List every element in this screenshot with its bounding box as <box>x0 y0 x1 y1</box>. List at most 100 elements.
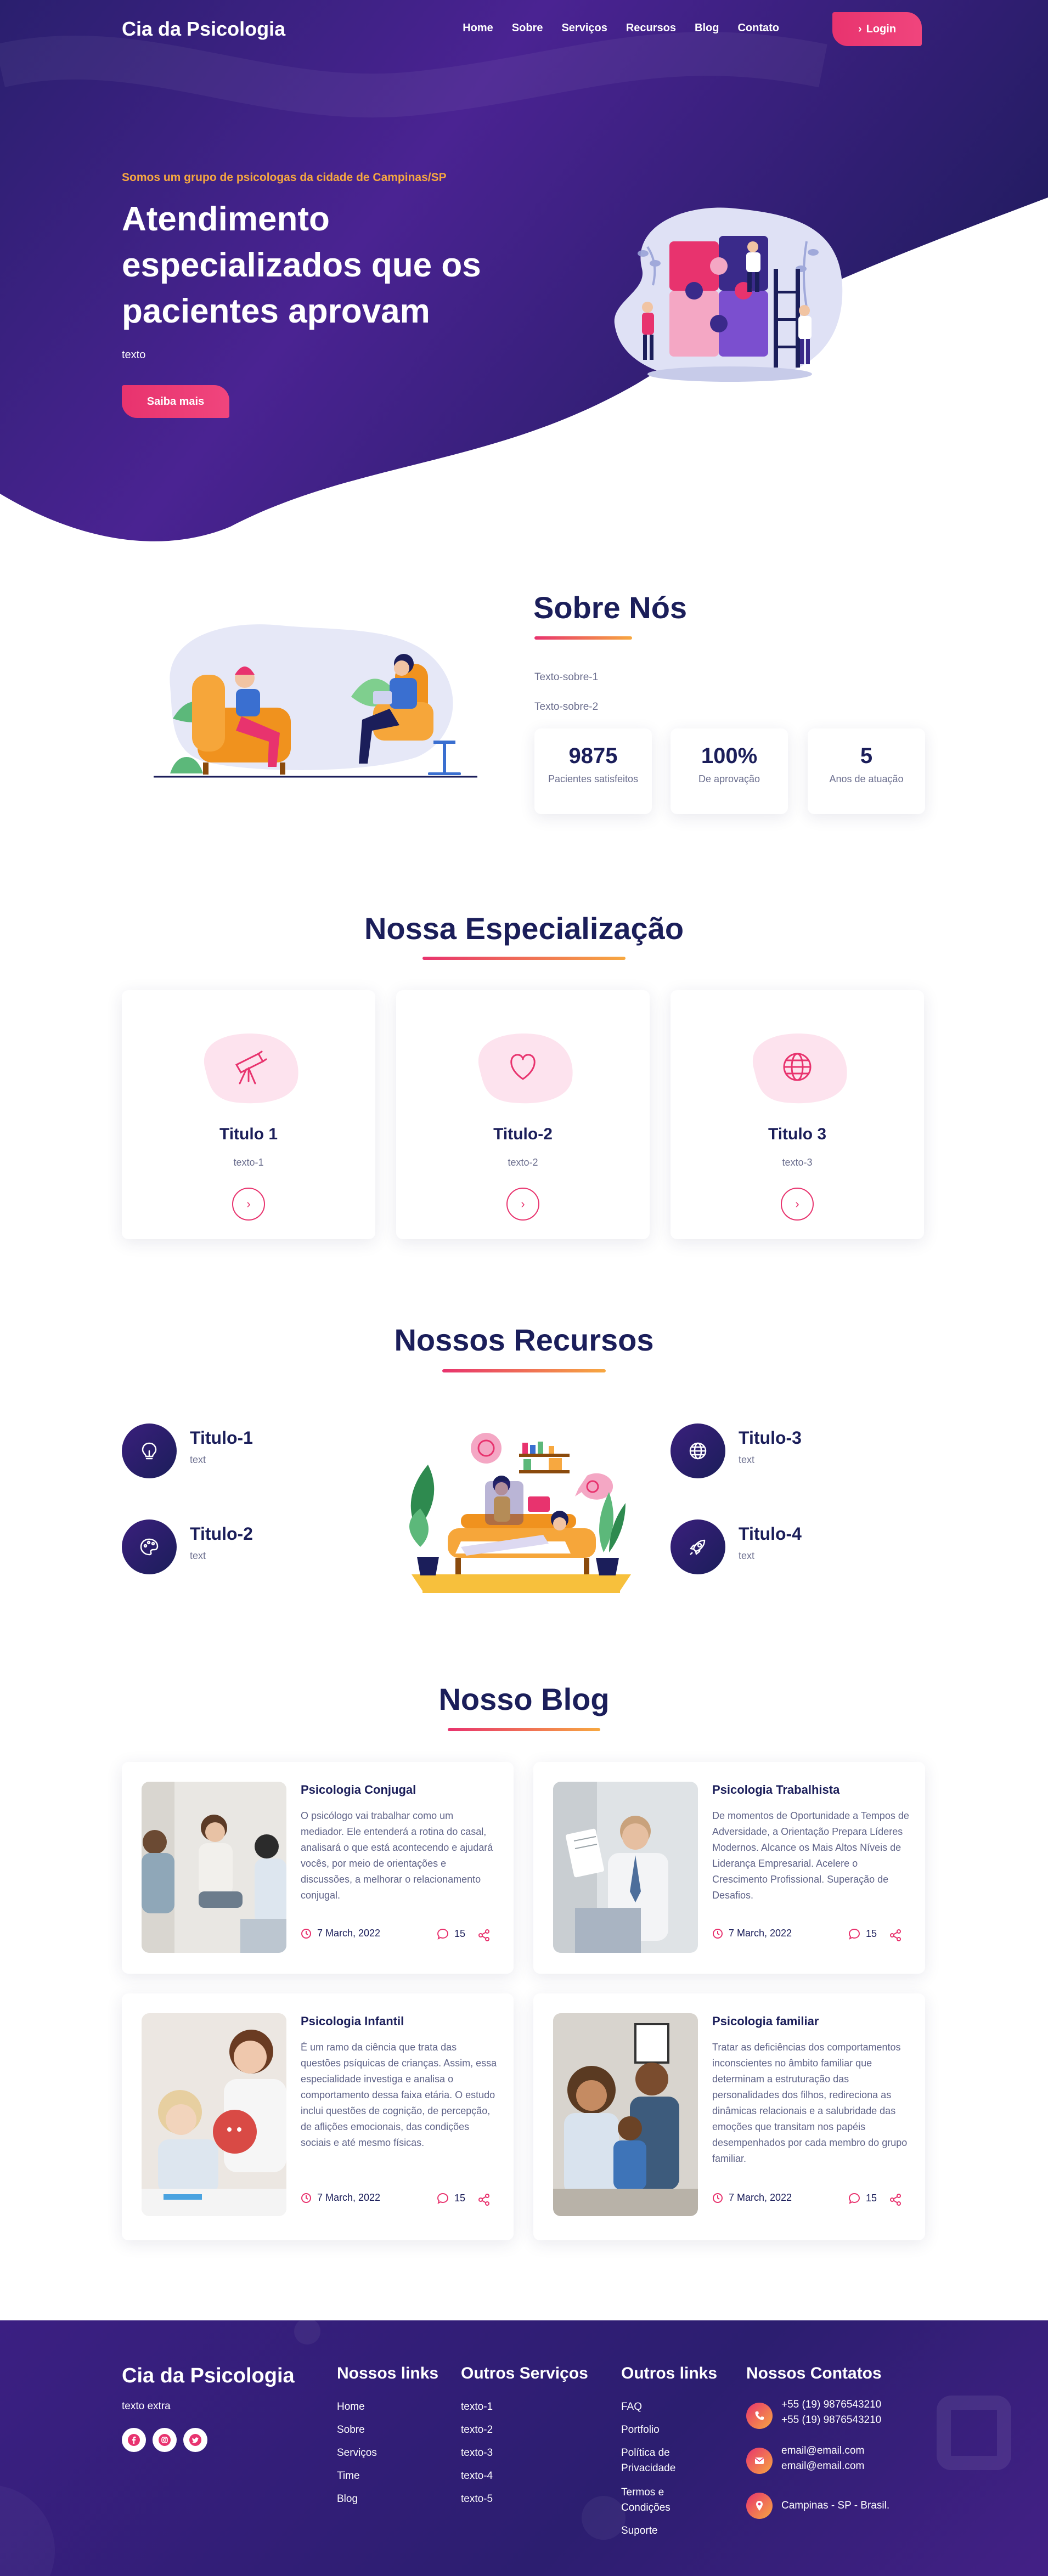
heart-icon <box>478 1033 573 1104</box>
specialization-title-underline <box>422 957 626 960</box>
blog-post-excerpt: O psicólogo vai trabalhar como um mediad… <box>301 1810 493 1901</box>
clock-icon <box>713 1928 723 1939</box>
nav-blog[interactable]: Blog <box>695 22 719 35</box>
share-icon[interactable] <box>477 1929 491 1942</box>
blog-post-meta: 7 March, 2022 15 <box>712 2192 910 2208</box>
blog-post-card[interactable]: Psicologia familiar Tratar as deficiênci… <box>533 1993 925 2240</box>
specialization-card-arrow-button[interactable]: › <box>781 1188 814 1221</box>
login-label: Login <box>866 22 897 35</box>
blog-post-comments[interactable]: 15 <box>437 2192 465 2204</box>
comment-count: 15 <box>866 2192 877 2204</box>
stat-label: De aprovação <box>698 773 760 784</box>
stat-label: Pacientes satisfeitos <box>548 773 639 784</box>
share-icon[interactable] <box>889 2193 902 2206</box>
blog-post-comments[interactable]: 15 <box>848 2192 877 2204</box>
nav-contato[interactable]: Contato <box>737 22 779 35</box>
facebook-icon[interactable] <box>122 2428 146 2452</box>
footer-service-link[interactable]: texto-4 <box>461 2468 493 2484</box>
resources-title-underline <box>442 1369 606 1372</box>
footer-link-servicos[interactable]: Serviços <box>337 2445 377 2461</box>
saiba-mais-button[interactable]: Saiba mais <box>122 385 229 418</box>
specialization-card-1: Titulo 1 texto-1 › <box>122 990 375 1239</box>
chevron-right-icon: › <box>521 1197 525 1211</box>
footer-link-portfolio[interactable]: Portfolio <box>621 2422 660 2438</box>
footer-logo[interactable]: Cia da Psicologia <box>122 2364 295 2388</box>
email-icon <box>746 2448 773 2474</box>
globe-icon <box>752 1033 847 1104</box>
blog-post-title[interactable]: Psicologia familiar <box>712 2014 819 2029</box>
date-label: 7 March, 2022 <box>317 1928 381 1939</box>
comment-icon <box>848 1928 860 1940</box>
comment-icon <box>437 2193 449 2204</box>
specialization-card-arrow-button[interactable]: › <box>232 1188 265 1221</box>
footer-phone-1[interactable]: +55 (19) 9876543210 <box>781 2397 881 2413</box>
nav-home[interactable]: Home <box>463 22 493 35</box>
comment-count: 15 <box>454 2192 466 2204</box>
footer-email-1[interactable]: email@email.com <box>781 2443 864 2459</box>
hero-title: Atendimento especializados que os pacien… <box>122 200 481 330</box>
specialization-card-title: Titulo 1 <box>219 1125 278 1143</box>
footer-link-time[interactable]: Time <box>337 2468 360 2484</box>
share-icon[interactable] <box>889 1929 902 1942</box>
blog-post-card[interactable]: Psicologia Infantil É um ramo da ciência… <box>122 1993 514 2240</box>
instagram-icon[interactable] <box>153 2428 177 2452</box>
footer-phone-2[interactable]: +55 (19) 9876543210 <box>781 2413 881 2428</box>
blog-post-card[interactable]: Psicologia Trabalhista De momentos de Op… <box>533 1762 925 1974</box>
footer-link-home[interactable]: Home <box>337 2399 365 2415</box>
palette-icon <box>122 1519 177 1574</box>
blog-post-card[interactable]: Psicologia Conjugal O psicólogo vai trab… <box>122 1762 514 1974</box>
footer-service-link[interactable]: texto-5 <box>461 2492 493 2507</box>
nav-servicos[interactable]: Serviços <box>561 22 607 35</box>
specialization-card-3: Titulo 3 texto-3 › <box>671 990 924 1239</box>
telescope-icon <box>204 1033 298 1104</box>
resource-text: text <box>190 1454 206 1465</box>
main-menu: Home Sobre Serviços Recursos Blog Contat… <box>463 22 779 35</box>
blog-post-excerpt: De momentos de Oportunidade a Tempos de … <box>712 1810 909 1901</box>
footer-link-terms[interactable]: Termos e Condições <box>621 2485 698 2516</box>
footer-link-blog[interactable]: Blog <box>337 2492 358 2507</box>
comment-count: 15 <box>454 1928 466 1939</box>
blog-post-image[interactable] <box>553 2013 698 2216</box>
stat-card-approval: 100% De aprovação <box>671 728 788 814</box>
blog-post-title[interactable]: Psicologia Infantil <box>301 2014 404 2029</box>
blog-post-comments[interactable]: 15 <box>848 1928 877 1940</box>
logo[interactable]: Cia da Psicologia <box>122 18 285 41</box>
chevron-right-icon: › <box>858 22 862 35</box>
blog-post-comments[interactable]: 15 <box>437 1928 465 1940</box>
resource-title: Titulo-3 <box>739 1428 802 1448</box>
phone-icon <box>746 2403 773 2429</box>
footer-email-2[interactable]: email@email.com <box>781 2459 864 2474</box>
blog-post-title[interactable]: Psicologia Trabalhista <box>712 1783 839 1797</box>
specialization-card-arrow-button[interactable]: › <box>506 1188 539 1221</box>
stat-value: 5 <box>860 744 873 768</box>
footer-link-faq[interactable]: FAQ <box>621 2399 642 2415</box>
footer-link-privacy[interactable]: Política de Privacidade <box>621 2445 698 2476</box>
footer-service-link[interactable]: texto-2 <box>461 2422 493 2438</box>
blog-post-title[interactable]: Psicologia Conjugal <box>301 1783 416 1797</box>
specialization-card-text: texto-1 <box>233 1157 264 1168</box>
nav-sobre[interactable]: Sobre <box>512 22 543 35</box>
resource-title: Titulo-1 <box>190 1428 253 1448</box>
resource-text: text <box>739 1550 755 1561</box>
resource-title: Titulo-2 <box>190 1524 253 1544</box>
about-title: Sobre Nós <box>533 590 688 625</box>
footer-service-link[interactable]: texto-3 <box>461 2445 493 2461</box>
footer-link-support[interactable]: Suporte <box>621 2523 658 2539</box>
login-button[interactable]: › Login <box>832 12 922 46</box>
nav-recursos[interactable]: Recursos <box>626 22 676 35</box>
blog-title: Nosso Blog <box>438 1682 610 1716</box>
footer-other-title: Outros links <box>621 2364 718 2382</box>
lightbulb-icon <box>122 1423 177 1478</box>
twitter-icon[interactable] <box>183 2428 207 2452</box>
blog-post-image[interactable] <box>142 2013 286 2216</box>
footer-service-link[interactable]: texto-1 <box>461 2399 493 2415</box>
comment-icon <box>437 1928 449 1940</box>
share-icon[interactable] <box>477 2193 491 2206</box>
comment-icon <box>848 2193 860 2204</box>
clock-icon <box>713 2193 723 2203</box>
blog-post-image[interactable] <box>142 1782 286 1953</box>
footer-address: Campinas - SP - Brasil. <box>781 2500 890 2511</box>
blog-post-image[interactable] <box>553 1782 698 1953</box>
footer-link-sobre[interactable]: Sobre <box>337 2422 365 2438</box>
footer-contacts-title: Nossos Contatos <box>746 2364 882 2382</box>
